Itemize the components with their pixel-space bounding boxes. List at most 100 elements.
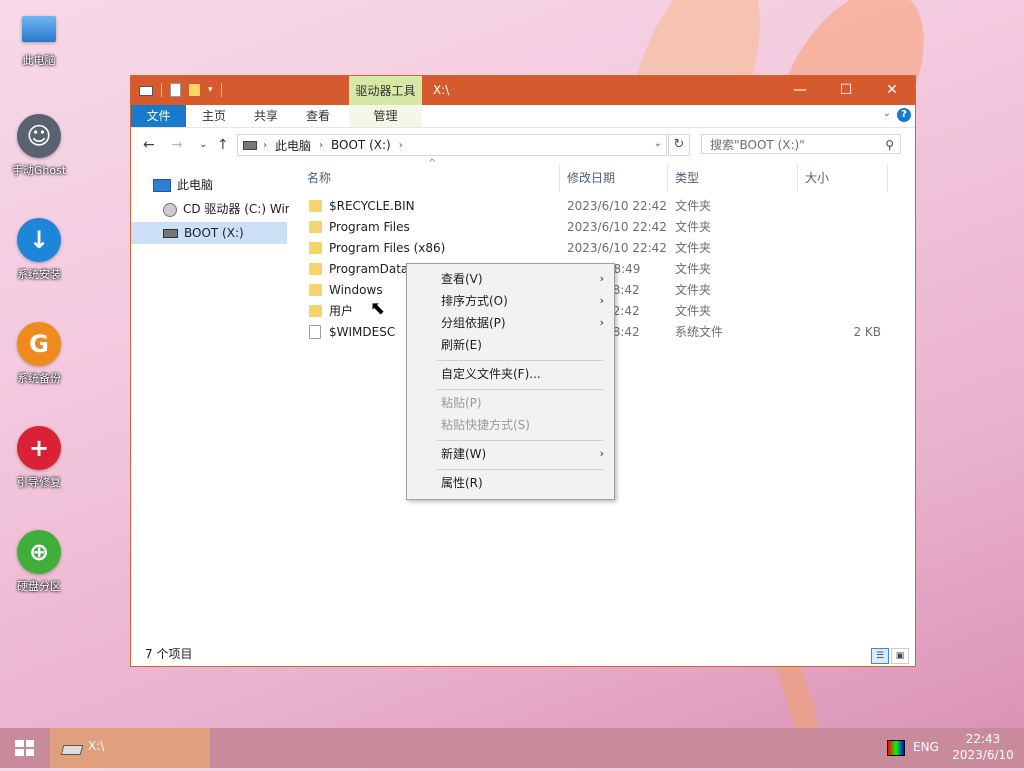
desktop-icon-this-pc[interactable]: 此电脑 [4,10,74,68]
drive-icon [243,140,257,150]
file-row[interactable]: $RECYCLE.BIN 2023/6/10 22:42 文件夹 [297,196,891,217]
nav-item-this-pc[interactable]: 此电脑 [153,174,291,196]
file-name: Program Files [329,220,410,234]
display-tray-icon[interactable] [887,740,905,756]
desktop-icon-backup[interactable]: G 系统备份 [4,322,74,386]
divider [220,83,222,97]
menu-item-label: 粘贴快捷方式(S) [441,418,530,432]
context-tab-drive-tools[interactable]: 驱动器工具 [349,76,422,105]
refresh-button[interactable]: ↻ [668,134,690,156]
nav-item-cd-drive[interactable]: CD 驱动器 (C:) Wir [163,198,289,220]
taskbar-app-explorer[interactable]: X:\ [50,728,210,768]
maximize-button[interactable]: ☐ [823,76,869,105]
taskbar-app-title: X:\ [88,739,105,753]
menu-item-paste-shortcut[interactable]: 粘贴快捷方式(S) [407,414,614,436]
chevron-right-icon[interactable]: › [263,140,267,151]
nav-item-boot[interactable]: BOOT (X:) [131,222,287,244]
sort-ascending-icon: ^ [428,158,437,169]
large-icons-view-icon[interactable]: ▣ [891,648,909,664]
folder-icon [309,200,322,212]
file-type: 文件夹 [675,283,712,297]
view-switcher: ☰ ▣ [871,648,909,664]
backup-g-icon: G [17,322,61,366]
desktop-icon-ghost[interactable]: ☺ 手动Ghost [4,114,74,178]
file-type: 文件夹 [675,304,712,318]
column-divider[interactable] [797,164,798,192]
details-view-icon[interactable]: ☰ [871,648,889,664]
breadcrumb-this-pc[interactable]: 此电脑 [275,137,311,154]
menu-item-label: 查看(V) [441,272,483,286]
desktop-icon-label: 系统安装 [17,268,61,281]
mouse-cursor-icon: ⬉ [370,298,386,319]
tab-share[interactable]: 共享 [241,105,291,127]
chevron-right-icon[interactable]: › [319,140,323,151]
file-type: 文件夹 [675,199,712,213]
address-bar[interactable]: › 此电脑 › BOOT (X:) › ⌄ [237,134,667,156]
tab-file[interactable]: 文件 [131,105,186,127]
menu-item-properties[interactable]: 属性(R) [407,472,614,494]
desktop-icon-install[interactable]: ↓ 系统安装 [4,218,74,282]
menu-item-label: 分组依据(P) [441,316,506,330]
help-icon[interactable]: ? [897,108,911,122]
folder-icon [309,305,322,317]
properties-icon[interactable] [170,83,181,97]
column-divider[interactable] [559,164,560,192]
menu-separator [437,469,603,470]
up-arrow-icon[interactable]: ↑ [217,137,229,153]
file-row[interactable]: Program Files (x86) 2023/6/10 22:42 文件夹 [297,238,891,259]
minimize-button[interactable]: — [777,76,823,105]
recent-locations-chevron-icon[interactable]: ⌄ [199,139,207,150]
menu-item-new[interactable]: 新建(W) › [407,443,614,465]
chevron-right-icon[interactable]: › [399,140,403,151]
menu-item-label: 粘贴(P) [441,396,482,410]
tab-view[interactable]: 查看 [293,105,343,127]
navigation-pane: 此电脑 CD 驱动器 (C:) Wir BOOT (X:) [131,164,293,640]
language-indicator[interactable]: ENG [913,740,939,754]
menu-item-refresh[interactable]: 刷新(E) [407,334,614,356]
file-size: 2 KB [853,325,881,339]
divider [161,83,162,97]
nav-item-label: 此电脑 [177,178,214,192]
chevron-down-icon[interactable]: ⌄ [654,138,662,149]
install-arrow-icon: ↓ [17,218,61,262]
file-row[interactable]: Program Files 2023/6/10 22:42 文件夹 [297,217,891,238]
folder-icon [309,242,322,254]
chevron-down-icon[interactable]: ▾ [208,85,213,95]
column-divider[interactable] [667,164,668,192]
ghost-icon: ☺ [17,114,61,158]
title-bar: ▾ 驱动器工具 X:\ — ☐ ✕ [131,76,915,105]
desktop-icon-repair[interactable]: + 引导修复 [4,426,74,490]
column-divider[interactable] [887,164,888,192]
new-folder-icon[interactable] [189,84,200,96]
breadcrumb-boot[interactable]: BOOT (X:) [331,138,391,152]
tab-manage[interactable]: 管理 [349,105,422,127]
clock[interactable]: 22:43 2023/6/10 [948,731,1018,763]
file-date: 2023/6/10 22:42 [567,241,667,255]
column-header-name[interactable]: 名称 [307,164,331,192]
menu-item-paste[interactable]: 粘贴(P) [407,392,614,414]
nav-item-label: CD 驱动器 (C:) Wir [183,202,289,216]
menu-item-view[interactable]: 查看(V) › [407,268,614,290]
tab-home[interactable]: 主页 [189,105,239,127]
address-toolbar: ← → ⌄ ↑ › 此电脑 › BOOT (X:) › ⌄ ↻ 搜索"BOOT … [131,128,915,162]
windows-logo-icon [15,740,34,756]
column-header-date[interactable]: 修改日期 [567,164,615,192]
menu-item-customize-folder[interactable]: 自定义文件夹(F)... [407,363,614,385]
file-name: $RECYCLE.BIN [329,199,415,213]
quick-access-toolbar: ▾ [139,83,222,97]
close-button[interactable]: ✕ [869,76,915,105]
desktop-icon-partition[interactable]: ⊕ 硬盘分区 [4,530,74,594]
forward-arrow-icon[interactable]: → [171,137,183,153]
back-arrow-icon[interactable]: ← [143,137,155,153]
ribbon-expand-icon[interactable]: ⌄ [883,108,891,119]
file-name: 用户 [329,304,354,318]
desktop-icon-label: 手动Ghost [11,164,67,177]
column-header-size[interactable]: 大小 [805,164,829,192]
menu-item-group-by[interactable]: 分组依据(P) › [407,312,614,334]
menu-item-sort-by[interactable]: 排序方式(O) › [407,290,614,312]
search-placeholder: 搜索"BOOT (X:)" [710,138,805,152]
search-input[interactable]: 搜索"BOOT (X:)" ⚲ [701,134,901,154]
menu-item-label: 属性(R) [441,476,483,490]
start-button[interactable] [0,728,48,768]
column-header-type[interactable]: 类型 [675,164,699,192]
